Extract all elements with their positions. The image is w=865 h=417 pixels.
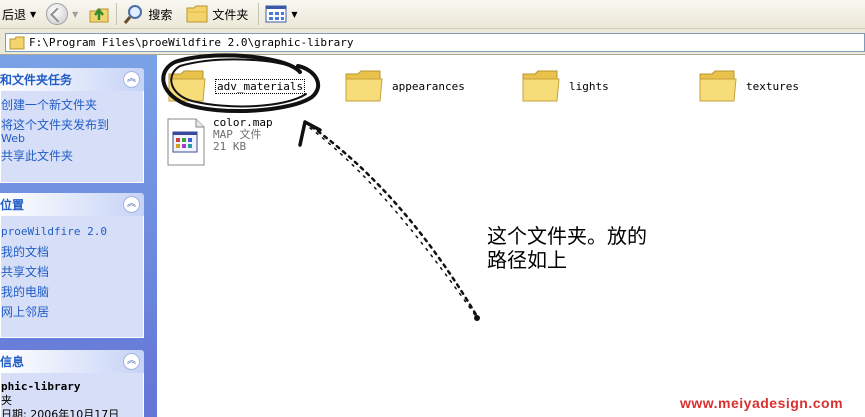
chevron-down-icon[interactable]: ▼ [291, 10, 297, 19]
address-path: F:\Program Files\proeWildfire 2.0\graphi… [29, 36, 354, 49]
detail-folder-name: phic-library [1, 380, 81, 393]
back-button[interactable]: 后退 ▼ [0, 2, 38, 26]
places-panel-body: proeWildfire 2.0 我的文档 共享文档 我的电脑 网上邻居 [0, 216, 144, 338]
folder-label: appearances [392, 79, 465, 93]
search-icon [124, 5, 143, 24]
folder-item-textures[interactable]: textures [698, 68, 799, 104]
address-bar: F:\Program Files\proeWildfire 2.0\graphi… [0, 29, 865, 55]
detail-folder-type: 夹 [1, 394, 12, 407]
place-network[interactable]: 网上邻居 [1, 304, 143, 320]
places-panel-title: 位置 [0, 198, 25, 212]
details-panel-body: phic-library 夹 日期: 2006年10月17日 [0, 373, 144, 417]
annotation-text: 这个文件夹。放的 路径如上 [487, 224, 697, 272]
folder-label: textures [746, 79, 799, 93]
task-publish-folder[interactable]: 将这个文件夹发布到 [1, 117, 143, 133]
tasks-panel-title: 和文件夹任务 [0, 73, 73, 87]
watermark: www.meiyadesign.com [680, 395, 844, 411]
folder-icon [345, 70, 383, 102]
views-button[interactable]: ▼ [263, 2, 299, 26]
detail-modified: 日期: 2006年10月17日 [1, 408, 120, 417]
folder-icon [9, 36, 25, 49]
file-size: 21 KB [213, 140, 247, 153]
annotation-line-1: 这个文件夹。放的 [487, 224, 647, 248]
folder-item-adv-materials[interactable]: adv_materials [167, 68, 306, 104]
place-my-documents[interactable]: 我的文档 [1, 244, 143, 260]
place-shared-documents[interactable]: 共享文档 [1, 264, 143, 280]
task-share-folder[interactable]: 共享此文件夹 [1, 148, 143, 164]
task-new-folder[interactable]: 创建一个新文件夹 [1, 97, 143, 113]
task-pane: 和文件夹任务 ︽ 创建一个新文件夹 将这个文件夹发布到 Web 共享此文件夹 位… [0, 55, 157, 417]
details-panel-header[interactable]: 信息 ︽ [0, 350, 144, 373]
places-panel: 位置 ︽ proeWildfire 2.0 我的文档 共享文档 我的电脑 网上邻… [0, 193, 144, 338]
toolbar-separator [258, 3, 260, 25]
forward-button[interactable]: ▼ [44, 2, 80, 26]
address-field[interactable]: F:\Program Files\proeWildfire 2.0\graphi… [5, 33, 865, 52]
toolbar: 后退 ▼ ▼ 搜索 文件夹 ▼ [0, 0, 865, 29]
tasks-panel-body: 创建一个新文件夹 将这个文件夹发布到 Web 共享此文件夹 [0, 91, 144, 183]
chevron-down-icon[interactable]: ▼ [72, 10, 78, 19]
search-button[interactable]: 搜索 [121, 2, 174, 26]
place-proewildfire[interactable]: proeWildfire 2.0 [1, 224, 143, 240]
folders-button[interactable]: 文件夹 [184, 2, 250, 26]
folder-icon [522, 70, 560, 102]
forward-arrow-icon [46, 3, 69, 25]
folders-label: 文件夹 [212, 7, 249, 22]
back-label: 后退 [2, 7, 27, 22]
place-my-computer[interactable]: 我的电脑 [1, 284, 143, 300]
folder-item-lights[interactable]: lights [521, 68, 609, 104]
up-folder-icon [89, 7, 109, 23]
views-grid-icon [265, 5, 287, 23]
search-label: 搜索 [148, 7, 173, 22]
task-publish-web[interactable]: Web [1, 133, 143, 144]
map-file-icon [167, 118, 205, 166]
annotation-line-2: 路径如上 [487, 248, 567, 272]
tasks-panel: 和文件夹任务 ︽ 创建一个新文件夹 将这个文件夹发布到 Web 共享此文件夹 [0, 68, 144, 183]
folder-label: adv_materials [215, 78, 306, 94]
folder-icon [168, 70, 206, 102]
collapse-icon[interactable]: ︽ [123, 353, 140, 370]
file-item-color-map[interactable]: color.map MAP 文件 21 KB [165, 117, 273, 167]
toolbar-separator [116, 3, 118, 25]
folder-icon [186, 5, 208, 23]
folder-icon [699, 70, 737, 102]
folder-item-appearances[interactable]: appearances [344, 68, 465, 104]
collapse-icon[interactable]: ︽ [123, 71, 140, 88]
places-panel-header[interactable]: 位置 ︽ [0, 193, 144, 216]
folder-label: lights [569, 79, 609, 93]
collapse-icon[interactable]: ︽ [123, 196, 140, 213]
chevron-down-icon[interactable]: ▼ [30, 10, 36, 19]
details-panel: 信息 ︽ phic-library 夹 日期: 2006年10月17日 [0, 350, 144, 417]
up-button[interactable] [86, 2, 112, 26]
tasks-panel-header[interactable]: 和文件夹任务 ︽ [0, 68, 144, 91]
details-panel-title: 信息 [0, 355, 25, 369]
file-info: color.map MAP 文件 21 KB [213, 117, 273, 167]
